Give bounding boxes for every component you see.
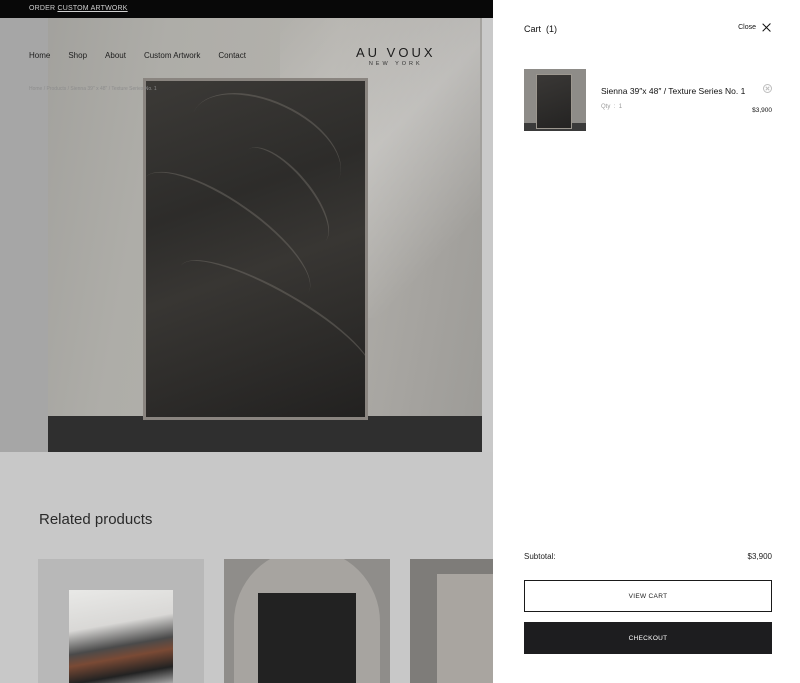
product-image: [437, 574, 493, 683]
cart-item-thumbnail[interactable]: [524, 69, 586, 131]
related-product-card[interactable]: [410, 559, 493, 683]
cart-item-qty: Qty : 1: [601, 104, 623, 110]
related-product-card[interactable]: [38, 559, 204, 683]
related-heading: Related products: [39, 511, 153, 528]
cart-item-price: $3,900: [752, 107, 772, 114]
product-image: [69, 590, 173, 683]
cart-title-label: Cart: [524, 24, 542, 34]
product-image: [258, 593, 356, 683]
cart-count: (1): [546, 24, 558, 34]
logo-main: AU VOUX: [356, 45, 436, 60]
cart-drawer: Cart (1) Close Sienna 39″x 48″ / Texture…: [493, 0, 800, 683]
nav-home[interactable]: Home: [29, 51, 50, 60]
related-product-card[interactable]: [224, 559, 390, 683]
remove-item-icon[interactable]: [763, 84, 772, 93]
subtotal-label: Subtotal:: [524, 552, 556, 561]
qty-label: Qty: [601, 104, 611, 110]
logo-sub: NEW YORK: [368, 61, 423, 67]
nav-shop[interactable]: Shop: [68, 51, 87, 60]
nav-custom-artwork[interactable]: Custom Artwork: [144, 51, 200, 60]
custom-artwork-link[interactable]: CUSTOM ARTWORK: [57, 5, 127, 12]
close-label: Close: [738, 24, 756, 31]
site-logo[interactable]: AU VOUX NEW YORK: [356, 45, 436, 67]
nav-about[interactable]: About: [105, 51, 126, 60]
close-cart-button[interactable]: Close: [738, 23, 771, 32]
subtotal-value: $3,900: [747, 552, 772, 561]
related-products-section: Related products: [0, 452, 493, 683]
product-hero-image: Home Shop About Custom Artwork Contact A…: [0, 18, 493, 452]
cart-item-name[interactable]: Sienna 39″x 48″ / Texture Series No. 1: [601, 86, 745, 96]
qty-value: 1: [618, 104, 623, 110]
cart-title: Cart (1): [524, 24, 557, 34]
main-nav: Home Shop About Custom Artwork Contact: [29, 51, 264, 60]
announcement-prefix: ORDER: [29, 5, 56, 12]
close-icon: [762, 23, 771, 32]
breadcrumb: Home / Products / Sienna 39" x 48" / Tex…: [29, 86, 157, 92]
announcement-bar: ORDER CUSTOM ARTWORK: [0, 0, 493, 18]
artwork-frame: [143, 78, 368, 420]
cart-subtotal: Subtotal: $3,900: [524, 552, 772, 561]
view-cart-button[interactable]: VIEW CART: [524, 580, 772, 612]
artwork-canvas: [146, 81, 365, 417]
checkout-button[interactable]: CHECKOUT: [524, 622, 772, 654]
cart-line-item: Sienna 39″x 48″ / Texture Series No. 1 Q…: [524, 69, 772, 131]
nav-contact[interactable]: Contact: [218, 51, 246, 60]
